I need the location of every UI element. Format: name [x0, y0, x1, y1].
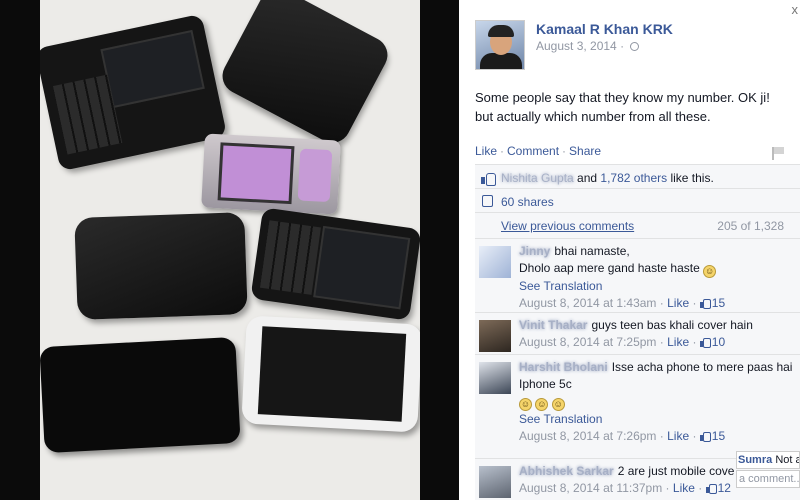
- comment-item: Jinny bhai namaste, Dholo aap mere gand h…: [475, 238, 800, 312]
- comment-text: bhai namaste,: [554, 244, 630, 258]
- like-thumb-icon: [699, 432, 711, 442]
- comment-button[interactable]: Comment: [507, 144, 559, 158]
- comment-like-count[interactable]: 12: [718, 481, 731, 495]
- chat-popup[interactable]: Sumra Not a: [736, 451, 800, 469]
- commenter-name[interactable]: Jinny: [519, 244, 550, 258]
- comment-time[interactable]: August 8, 2014 at 11:37pm: [519, 481, 662, 495]
- commenter-avatar[interactable]: [479, 246, 511, 278]
- commenter-name[interactable]: Harshit Bholani: [519, 360, 608, 374]
- laugh-emoji-icon: ☺: [519, 398, 532, 411]
- laugh-emoji-icon: ☺: [551, 398, 565, 411]
- comment-text-line2: Dholo aap mere gand haste haste: [519, 261, 700, 275]
- laugh-emoji-icon: ☺: [535, 398, 549, 411]
- photo-phone-blackberry: [250, 207, 420, 321]
- comment-time[interactable]: August 8, 2014 at 7:26pm: [519, 429, 656, 443]
- close-icon[interactable]: x: [792, 2, 799, 17]
- ufi-box: Nishita Gupta and 1,782 others like this…: [475, 164, 800, 500]
- post-actions: Like · Comment · Share: [475, 144, 602, 158]
- likes-others-link[interactable]: 1,782 others: [600, 171, 667, 185]
- share-icon: [482, 195, 493, 207]
- comment-item: Harshit Bholani Isse acha phone to mere p…: [475, 354, 800, 458]
- photo-phone-iphone: [40, 336, 241, 454]
- shares-link[interactable]: 60 shares: [501, 195, 554, 209]
- report-flag-icon[interactable]: [772, 147, 784, 160]
- comment-like-count[interactable]: 10: [712, 335, 725, 349]
- photo-pouch-middle: [74, 212, 248, 320]
- post-date: August 3, 2014 ·: [536, 39, 640, 53]
- commenter-avatar[interactable]: [479, 466, 511, 498]
- public-globe-icon[interactable]: [630, 42, 640, 52]
- comment-time[interactable]: August 8, 2014 at 7:25pm: [519, 335, 656, 349]
- post-date-text[interactable]: August 3, 2014: [536, 39, 617, 53]
- comment-like-button[interactable]: Like: [667, 429, 689, 443]
- comment-like-button[interactable]: Like: [673, 481, 695, 495]
- post-panel: x Kamaal R Khan KRK August 3, 2014 · Som…: [459, 0, 800, 500]
- comment-text: guys teen bas khali cover hain: [591, 318, 753, 332]
- liker-name[interactable]: Nishita Gupta: [501, 171, 574, 185]
- write-comment-input[interactable]: a comment...: [736, 470, 800, 488]
- see-translation-link[interactable]: See Translation: [519, 278, 794, 295]
- previous-comments-row: View previous comments 205 of 1,328: [475, 212, 800, 238]
- comment-like-button[interactable]: Like: [667, 296, 689, 310]
- comment-text-line2: Iphone 5c: [519, 377, 572, 391]
- commenter-avatar[interactable]: [479, 320, 511, 352]
- comment-count: 205 of 1,328: [717, 219, 784, 233]
- commenter-name[interactable]: Abhishek Sarkar: [519, 464, 614, 478]
- chat-popup-name: Sumra: [738, 454, 773, 466]
- like-thumb-icon: [705, 484, 717, 494]
- commenter-avatar[interactable]: [479, 362, 511, 394]
- like-button[interactable]: Like: [475, 144, 497, 158]
- like-thumb-icon: [481, 172, 496, 186]
- see-translation-link[interactable]: See Translation: [519, 411, 794, 428]
- comment-time[interactable]: August 8, 2014 at 1:43am: [519, 296, 656, 310]
- author-name[interactable]: Kamaal R Khan KRK: [536, 21, 673, 37]
- photo-phone-blackberry-bold: [40, 13, 228, 172]
- likes-row: Nishita Gupta and 1,782 others like this…: [475, 164, 800, 188]
- like-thumb-icon: [699, 338, 711, 348]
- photo-pouch-top: [216, 0, 394, 150]
- share-button[interactable]: Share: [569, 144, 601, 158]
- comment-text: Isse acha phone to mere paas hai: [611, 360, 793, 374]
- post-photo[interactable]: [0, 0, 459, 500]
- comment-like-button[interactable]: Like: [667, 335, 689, 349]
- smile-emoji-icon: ☺: [703, 265, 717, 278]
- photo-table-surface: [40, 0, 420, 500]
- comment-like-count[interactable]: 15: [712, 296, 725, 310]
- photo-phone-nokia: [201, 133, 341, 215]
- chat-popup-text: Not a: [775, 454, 800, 466]
- commenter-name[interactable]: Vinit Thakar: [519, 318, 587, 332]
- author-avatar[interactable]: [475, 20, 525, 70]
- comment-text: 2 are just mobile cove: [617, 464, 735, 478]
- photo-phone-galaxy: [241, 315, 420, 433]
- laugh-emoji-group: ☺ ☺ ☺: [519, 393, 794, 411]
- comment-like-count[interactable]: 15: [712, 429, 725, 443]
- shares-row: 60 shares: [475, 188, 800, 212]
- post-text: Some people say that they know my number…: [475, 90, 770, 124]
- view-previous-comments-link[interactable]: View previous comments: [501, 219, 634, 233]
- like-thumb-icon: [699, 299, 711, 309]
- comment-item: Vinit Thakar guys teen bas khali cover ha…: [475, 312, 800, 354]
